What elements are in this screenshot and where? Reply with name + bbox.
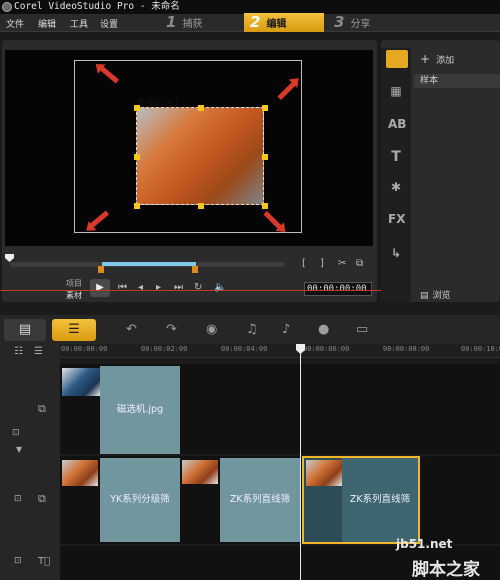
overlay-clip[interactable]: 磁选机.jpg bbox=[100, 366, 180, 454]
sound-mixer-icon[interactable]: ♫ bbox=[246, 322, 258, 337]
graphic-icon[interactable]: ✱ bbox=[388, 180, 404, 194]
trim-in-handle[interactable] bbox=[98, 266, 104, 273]
watermark-site: jb51.net bbox=[396, 537, 453, 551]
track-lock-icon[interactable]: ⊡ bbox=[14, 556, 22, 566]
mark-out-icon[interactable]: ] bbox=[320, 258, 324, 269]
video-clip[interactable]: ZK系列直线筛 bbox=[220, 458, 300, 542]
record-capture-icon[interactable]: ◉ bbox=[206, 322, 217, 337]
enlarge-icon[interactable]: ⧉ bbox=[356, 258, 363, 269]
filter-icon[interactable]: FX bbox=[388, 212, 405, 226]
resize-handle[interactable] bbox=[134, 105, 140, 111]
selected-video-clip[interactable]: ZK系列直线筛 bbox=[302, 456, 420, 544]
add-folder-button[interactable]: + 添加 bbox=[420, 52, 454, 66]
step-edit-tab[interactable]: 2 编辑 bbox=[244, 13, 324, 32]
clip-thumbnail bbox=[62, 460, 98, 486]
undo-icon[interactable]: ↶ bbox=[126, 322, 137, 337]
chapter-icon[interactable]: ☰ bbox=[34, 346, 43, 357]
previous-frame-icon[interactable]: ◂ bbox=[138, 282, 143, 293]
mark-in-icon[interactable]: [ bbox=[302, 258, 306, 269]
ruler-tick: 00:00:10:00 bbox=[461, 345, 500, 353]
next-frame-icon[interactable]: ▸ bbox=[156, 282, 161, 293]
video-clip[interactable]: YK系列分级筛 bbox=[100, 458, 180, 542]
video-track-icon[interactable]: ⧉ bbox=[38, 492, 46, 506]
window-titlebar: Corel VideoStudio Pro - 未命名 bbox=[0, 0, 500, 14]
subtitle-editor-icon[interactable]: ▭ bbox=[356, 322, 368, 337]
library-folder-sample[interactable]: 样本 bbox=[414, 74, 500, 88]
clip-thumbnail bbox=[182, 460, 218, 484]
ruler-tick: 00:00:08:00 bbox=[383, 345, 430, 353]
transition-icon[interactable]: AB bbox=[388, 117, 406, 131]
resize-handle[interactable] bbox=[198, 203, 204, 209]
step-share-tab[interactable]: 3 分享 bbox=[328, 13, 408, 32]
track-lock-icon[interactable]: ⊡ bbox=[14, 494, 22, 504]
mode-project[interactable]: 项目 bbox=[66, 278, 82, 289]
ruler-tick: 00:00:06:00 bbox=[303, 345, 350, 353]
timecode-display[interactable]: 00:00:00:00 bbox=[304, 282, 372, 296]
video-clip[interactable]: ZK系列直线筛 bbox=[342, 458, 418, 542]
auto-music-icon[interactable]: ♪ bbox=[282, 322, 290, 337]
step-number: 1 bbox=[166, 13, 177, 31]
play-button[interactable]: ▶ bbox=[90, 279, 110, 297]
clip-thumbnail bbox=[62, 368, 100, 396]
resize-handle[interactable] bbox=[262, 105, 268, 111]
browse-label: 浏览 bbox=[432, 291, 451, 301]
overlay-track-icon[interactable]: ⧉ bbox=[38, 402, 46, 416]
path-icon[interactable]: ↳ bbox=[388, 246, 404, 260]
step-number: 3 bbox=[334, 13, 345, 31]
overlay-clip-preview[interactable] bbox=[134, 105, 268, 209]
resize-handle[interactable] bbox=[134, 154, 140, 160]
resize-handle[interactable] bbox=[134, 203, 140, 209]
menu-edit[interactable]: 编辑 bbox=[38, 17, 56, 30]
add-label: 添加 bbox=[436, 56, 455, 66]
media-icon[interactable] bbox=[386, 50, 408, 68]
step-capture-tab[interactable]: 1 捕获 bbox=[160, 13, 240, 32]
track-visibility-icon[interactable]: ⊡ bbox=[12, 428, 20, 438]
menu-tools[interactable]: 工具 bbox=[70, 17, 88, 30]
end-icon[interactable]: ⏭ bbox=[174, 282, 183, 293]
browse-icon: ▤ bbox=[420, 291, 429, 301]
clip-thumbnail bbox=[306, 460, 342, 486]
volume-icon[interactable]: 🔈 bbox=[214, 282, 226, 293]
track-expand-icon[interactable]: ▼ bbox=[16, 445, 22, 454]
instant-project-icon[interactable]: ▦ bbox=[388, 84, 404, 98]
plus-icon: + bbox=[420, 52, 431, 66]
redo-icon[interactable]: ↷ bbox=[166, 322, 177, 337]
app-logo-icon bbox=[2, 2, 12, 12]
resize-handle[interactable] bbox=[262, 203, 268, 209]
ruler-tick: 00:00:00:00 bbox=[61, 345, 108, 353]
repeat-icon[interactable]: ↻ bbox=[194, 282, 202, 293]
step-label: 编辑 bbox=[266, 19, 287, 30]
title-icon[interactable]: T bbox=[388, 149, 404, 165]
motion-tracking-icon[interactable]: ● bbox=[318, 322, 329, 337]
menu-file[interactable]: 文件 bbox=[6, 17, 24, 30]
timeline-ruler[interactable] bbox=[60, 344, 500, 358]
title-track-icon[interactable]: T⃞ bbox=[38, 556, 50, 567]
window-title: Corel VideoStudio Pro - 未命名 bbox=[14, 1, 180, 12]
timeline-playhead[interactable] bbox=[300, 344, 301, 580]
watermark-brand: 脚本之家 bbox=[412, 560, 480, 580]
cut-icon[interactable]: ✂ bbox=[338, 258, 346, 269]
resize-handle[interactable] bbox=[198, 105, 204, 111]
step-number: 2 bbox=[250, 13, 261, 31]
trim-range[interactable] bbox=[102, 262, 196, 266]
mode-clip[interactable]: 素材 bbox=[66, 290, 82, 301]
trim-out-handle[interactable] bbox=[192, 266, 198, 273]
ruler-tick: 00:00:02:00 bbox=[141, 345, 188, 353]
timeline-view-button[interactable]: ☰ bbox=[52, 319, 96, 341]
track-header-column bbox=[0, 344, 60, 580]
ruler-tick: 00:00:04:00 bbox=[221, 345, 268, 353]
browse-button[interactable]: ▤ 浏览 bbox=[420, 288, 451, 301]
step-label: 捕获 bbox=[182, 19, 203, 30]
step-label: 分享 bbox=[350, 19, 371, 30]
storyboard-view-button[interactable]: ▤ bbox=[4, 319, 46, 341]
resize-handle[interactable] bbox=[262, 154, 268, 160]
track-manager-icon[interactable]: ☷ bbox=[14, 346, 23, 357]
menu-settings[interactable]: 设置 bbox=[100, 17, 118, 30]
home-icon[interactable]: ⏮ bbox=[118, 282, 127, 293]
